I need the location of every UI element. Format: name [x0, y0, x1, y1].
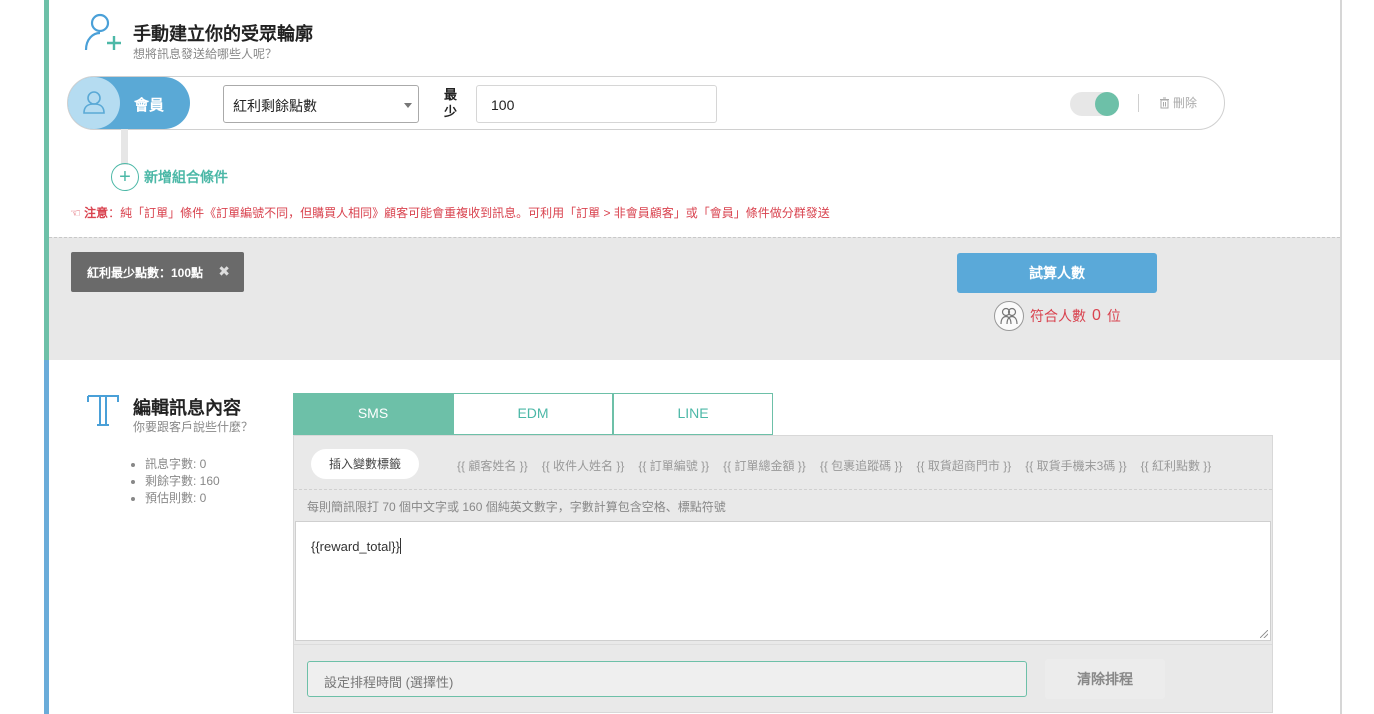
text-caret: [399, 538, 401, 554]
channel-tabs: SMS EDM LINE: [293, 393, 773, 435]
match-count: 符合人數 0 位: [994, 301, 1121, 331]
schedule-area: 設定排程時間 (選擇性) 清除排程: [294, 644, 1272, 712]
add-user-icon: [84, 13, 121, 51]
condition-field-value: 紅利剩餘點數: [233, 98, 317, 114]
toggle-knob: [1095, 92, 1119, 116]
match-number: 0: [1092, 307, 1101, 324]
variable-tag[interactable]: {{ 訂單編號 }}: [638, 457, 709, 474]
stat-remaining-chars: 剩餘字數: 160: [145, 473, 220, 490]
filter-tag: 紅利最少點數：100點 ✖: [71, 252, 244, 292]
variable-tag[interactable]: {{ 取貨手機末3碼 }}: [1025, 457, 1126, 474]
resize-handle-icon[interactable]: [1260, 630, 1268, 638]
stat-char-count: 訊息字數: 0: [145, 456, 220, 473]
audience-summary: 紅利最少點數：100點 ✖ 試算人數 符合人數 0 位: [49, 237, 1340, 360]
member-avatar: [68, 77, 120, 129]
trash-icon: [1160, 97, 1169, 108]
plus-circle-icon: +: [111, 163, 139, 191]
variable-tags: {{ 顧客姓名 }} {{ 收件人姓名 }} {{ 訂單編號 }} {{ 訂單總…: [457, 457, 1211, 474]
add-condition-button[interactable]: + 新增組合條件: [111, 163, 228, 191]
notice-text: ：純「訂單」條件《訂單編號不同，但購買人相同》顧客可能會重複收到訊息。可利用「訂…: [108, 206, 830, 220]
tab-edm[interactable]: EDM: [453, 393, 613, 435]
member-label: 會員: [134, 97, 165, 114]
text-format-icon: [87, 395, 119, 426]
audience-subtitle: 想將訊息發送給哪些人呢？: [133, 47, 278, 61]
tab-line[interactable]: LINE: [613, 393, 773, 435]
caret-down-icon: [404, 103, 412, 108]
variable-tag[interactable]: {{ 顧客姓名 }}: [457, 457, 528, 474]
user-icon: [83, 91, 105, 114]
sms-limit-hint: 每則簡訊限打 70 個中文字或 160 個純英文數字，字數計算包含空格、標點符號: [307, 500, 726, 514]
min-value-input[interactable]: 100: [476, 85, 717, 123]
divider: [1138, 94, 1139, 112]
message-stats: 訊息字數: 0 剩餘字數: 160 預估則數: 0: [145, 456, 220, 507]
message-textarea[interactable]: {{reward_total}}: [295, 521, 1271, 641]
member-category-pill[interactable]: 會員: [68, 77, 190, 129]
delete-condition-button[interactable]: 刪除: [1159, 94, 1197, 111]
condition-row: 會員 紅利剩餘點數 最少 100 刪除: [67, 76, 1225, 130]
condition-field-select[interactable]: 紅利剩餘點數: [223, 85, 419, 123]
page: 手動建立你的受眾輪廓 想將訊息發送給哪些人呢？ 會員 紅利剩餘點數 最少 100: [0, 0, 1374, 714]
insert-variable-label: 插入變數標籤: [311, 449, 419, 479]
audience-title: 手動建立你的受眾輪廓: [133, 24, 313, 44]
filter-tag-label: 紅利最少點數：100點: [87, 266, 204, 280]
match-unit: 位: [1106, 308, 1121, 324]
clear-schedule-button[interactable]: 清除排程: [1045, 659, 1165, 699]
condition-connector: [121, 129, 128, 165]
hand-pointing-icon: ☜: [70, 206, 81, 220]
variable-tag[interactable]: {{ 紅利點數 }}: [1141, 457, 1212, 474]
message-title: 編輯訊息內容: [133, 398, 241, 418]
delete-label: 刪除: [1173, 96, 1198, 110]
schedule-time-input[interactable]: 設定排程時間 (選擇性): [307, 661, 1027, 697]
stat-estimated-messages: 預估則數: 0: [145, 490, 220, 507]
condition-toggle[interactable]: [1070, 92, 1119, 116]
min-label: 最少: [444, 87, 458, 119]
message-subtitle: 你要跟客戶說些什麼？: [133, 420, 254, 434]
notice-prefix: 注意: [84, 206, 109, 220]
add-condition-label: 新增組合條件: [144, 169, 228, 185]
sms-editor: 插入變數標籤 {{ 顧客姓名 }} {{ 收件人姓名 }} {{ 訂單編號 }}…: [293, 435, 1273, 713]
variable-bar: 插入變數標籤 {{ 顧客姓名 }} {{ 收件人姓名 }} {{ 訂單編號 }}…: [294, 436, 1272, 490]
variable-tag[interactable]: {{ 收件人姓名 }}: [542, 457, 625, 474]
tab-sms[interactable]: SMS: [293, 393, 453, 435]
notice-message: ☜ 注意：純「訂單」條件《訂單編號不同，但購買人相同》顧客可能會重複收到訊息。可…: [70, 204, 830, 221]
right-border: [1340, 0, 1342, 714]
close-icon[interactable]: ✖: [218, 263, 230, 280]
match-label: 符合人數: [1030, 308, 1086, 324]
calculate-audience-button[interactable]: 試算人數: [957, 253, 1157, 293]
variable-tag[interactable]: {{ 訂單總金額 }}: [723, 457, 806, 474]
variable-tag[interactable]: {{ 包裹追蹤碼 }}: [820, 457, 903, 474]
message-section-edge: [44, 360, 49, 714]
message-content: {{reward_total}}: [311, 539, 400, 554]
variable-tag[interactable]: {{ 取貨超商門市 }}: [917, 457, 1012, 474]
group-icon: [994, 301, 1024, 331]
